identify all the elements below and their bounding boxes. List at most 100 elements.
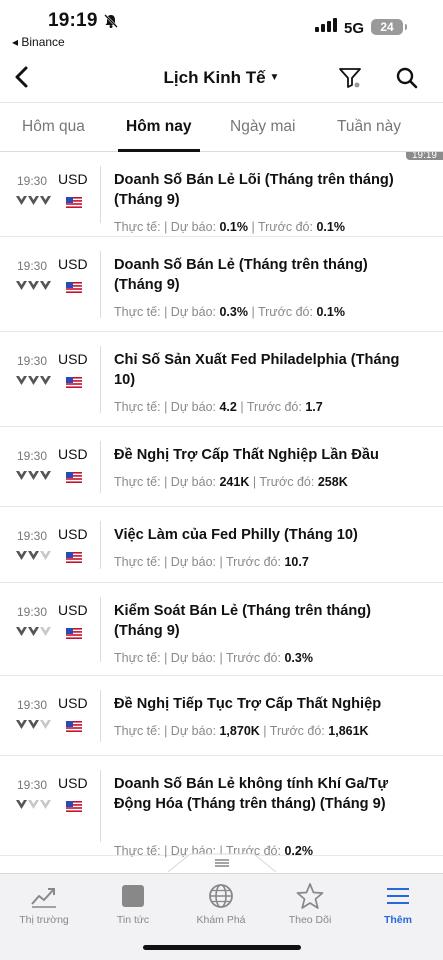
importance-rating xyxy=(16,281,51,290)
importance-bull-icon xyxy=(28,627,39,636)
value-separator: | xyxy=(164,555,171,569)
actual-label: Thực tế: xyxy=(114,724,161,738)
importance-bull-icon xyxy=(28,281,39,290)
importance-rating xyxy=(16,720,51,729)
value-separator: | xyxy=(164,724,171,738)
tab-yesterday[interactable]: Hôm qua xyxy=(22,118,85,136)
event-row[interactable]: 19:30 USD Việc Làm của Fed Philly (Tháng… xyxy=(0,507,443,583)
event-values: Thực tế: | Dự báo: 0.1% | Trước đó: 0.1% xyxy=(114,220,434,234)
event-title: Doanh Số Bán Lẻ (Tháng trên tháng) (Thán… xyxy=(114,257,368,293)
event-time: 19:30 xyxy=(17,354,48,368)
importance-bull-icon xyxy=(16,720,27,729)
previous-value: 0.1% xyxy=(316,305,345,319)
previous-value: 0.2% xyxy=(284,844,313,858)
importance-bull-icon xyxy=(16,376,27,385)
event-time: 19:30 xyxy=(17,259,48,273)
importance-bull-icon xyxy=(28,800,39,809)
importance-bull-icon xyxy=(16,551,27,560)
nav-markets[interactable]: Thị trường xyxy=(4,882,84,926)
previous-value: 0.3% xyxy=(284,651,313,665)
event-row[interactable]: 19:30 USD Doanh Số Bán Lẻ (Tháng trên th… xyxy=(0,237,443,332)
importance-bull-icon xyxy=(40,627,51,636)
forecast-label: Dự báo: xyxy=(170,651,216,665)
home-indicator xyxy=(143,945,301,950)
event-row[interactable]: 19:30 USD Đề Nghị Tiếp Tục Trợ Cấp Thất … xyxy=(0,676,443,756)
importance-rating xyxy=(16,800,51,809)
event-time: 19:30 xyxy=(17,529,48,543)
event-currency: USD xyxy=(58,351,88,367)
event-currency: USD xyxy=(58,775,88,791)
row-divider xyxy=(100,346,101,413)
value-separator: | xyxy=(164,305,171,319)
actual-label: Thực tế: xyxy=(114,555,161,569)
event-row[interactable]: 19:30 USD Kiểm Soát Bán Lẻ (Tháng trên t… xyxy=(0,583,443,676)
forecast-label: Dự báo: xyxy=(170,400,216,414)
event-time: 19:30 xyxy=(17,698,48,712)
us-flag-icon xyxy=(66,377,82,388)
event-row[interactable]: 19:30 USD Chỉ Số Sản Xuất Fed Philadelph… xyxy=(0,332,443,427)
event-time: 19:30 xyxy=(17,174,48,188)
previous-label: Trước đó: xyxy=(225,555,281,569)
us-flag-icon xyxy=(66,628,82,639)
value-separator: | xyxy=(164,400,171,414)
importance-rating xyxy=(16,376,51,385)
page-title[interactable]: Lịch Kinh Tế ▼ xyxy=(0,68,443,88)
importance-bull-icon xyxy=(16,627,27,636)
nav-news[interactable]: Tin tức xyxy=(93,882,173,926)
importance-bull-icon xyxy=(40,720,51,729)
actual-label: Thực tế: xyxy=(114,651,161,665)
star-icon xyxy=(296,883,324,909)
nav-watchlist[interactable]: Theo Dõi xyxy=(270,882,350,926)
actual-label: Thực tế: xyxy=(114,475,161,489)
tab-today[interactable]: Hôm nay xyxy=(126,118,191,136)
previous-label: Trước đó: xyxy=(246,400,302,414)
event-title: Doanh Số Bán Lẻ Lõi (Tháng trên tháng) (… xyxy=(114,172,394,208)
importance-bull-icon xyxy=(16,471,27,480)
nav-header: Lịch Kinh Tế ▼ xyxy=(0,54,443,102)
previous-value: 0.1% xyxy=(316,220,345,234)
filter-icon[interactable] xyxy=(338,66,362,90)
forecast-label: Dự báo: xyxy=(170,305,216,319)
row-divider xyxy=(100,251,101,318)
row-divider xyxy=(100,597,101,662)
value-separator: | xyxy=(164,651,171,665)
actual-label: Thực tế: xyxy=(114,220,161,234)
event-row[interactable]: 19:30 USD Đề Nghị Trợ Cấp Thất Nghiệp Lầ… xyxy=(0,427,443,507)
page-title-text: Lịch Kinh Tế xyxy=(163,68,266,87)
status-bar: 19:19 ◂ Binance 5G 24 xyxy=(0,0,443,54)
forecast-label: Dự báo: xyxy=(170,555,216,569)
drawer-handle[interactable] xyxy=(168,852,276,872)
importance-bull-icon xyxy=(28,471,39,480)
status-time: 19:19 xyxy=(48,10,98,31)
importance-bull-icon xyxy=(16,281,27,290)
forecast-value: 1,870K xyxy=(219,724,260,738)
event-row[interactable]: 19:30 USD Doanh Số Bán Lẻ không tính Khí… xyxy=(0,756,443,858)
search-icon[interactable] xyxy=(395,66,419,90)
importance-rating xyxy=(16,551,51,560)
signal-icon xyxy=(315,18,337,32)
news-icon xyxy=(122,885,144,907)
previous-label: Trước đó: xyxy=(259,475,315,489)
bell-off-icon xyxy=(104,14,118,28)
tab-this-week[interactable]: Tuần này xyxy=(337,118,401,136)
back-to-app-link[interactable]: ◂ Binance xyxy=(12,35,65,49)
date-tabs: Hôm qua Hôm nay Ngày mai Tuần này xyxy=(0,102,443,152)
actual-label: Thực tế: xyxy=(114,844,161,858)
importance-bull-icon xyxy=(40,281,51,290)
importance-rating xyxy=(16,471,51,480)
actual-label: Thực tế: xyxy=(114,305,161,319)
event-row[interactable]: 19:30 USD Doanh Số Bán Lẻ Lõi (Tháng trê… xyxy=(0,152,443,237)
us-flag-icon xyxy=(66,282,82,293)
importance-bull-icon xyxy=(28,196,39,205)
row-divider xyxy=(100,166,101,223)
nav-explore[interactable]: Khám Phá xyxy=(181,882,261,926)
event-values: Thực tế: | Dự báo: 1,870K | Trước đó: 1,… xyxy=(114,724,434,738)
value-separator: | xyxy=(164,220,171,234)
event-title: Việc Làm của Fed Philly (Tháng 10) xyxy=(114,527,358,543)
nav-more[interactable]: Thêm xyxy=(358,882,438,926)
battery-indicator: 24 xyxy=(371,19,407,35)
tab-tomorrow[interactable]: Ngày mai xyxy=(230,118,295,136)
event-title: Kiểm Soát Bán Lẻ (Tháng trên tháng) (Thá… xyxy=(114,603,372,639)
event-values: Thực tế: | Dự báo: 0.3% | Trước đó: 0.1% xyxy=(114,305,434,319)
time-marker: 19:19 xyxy=(405,152,443,160)
